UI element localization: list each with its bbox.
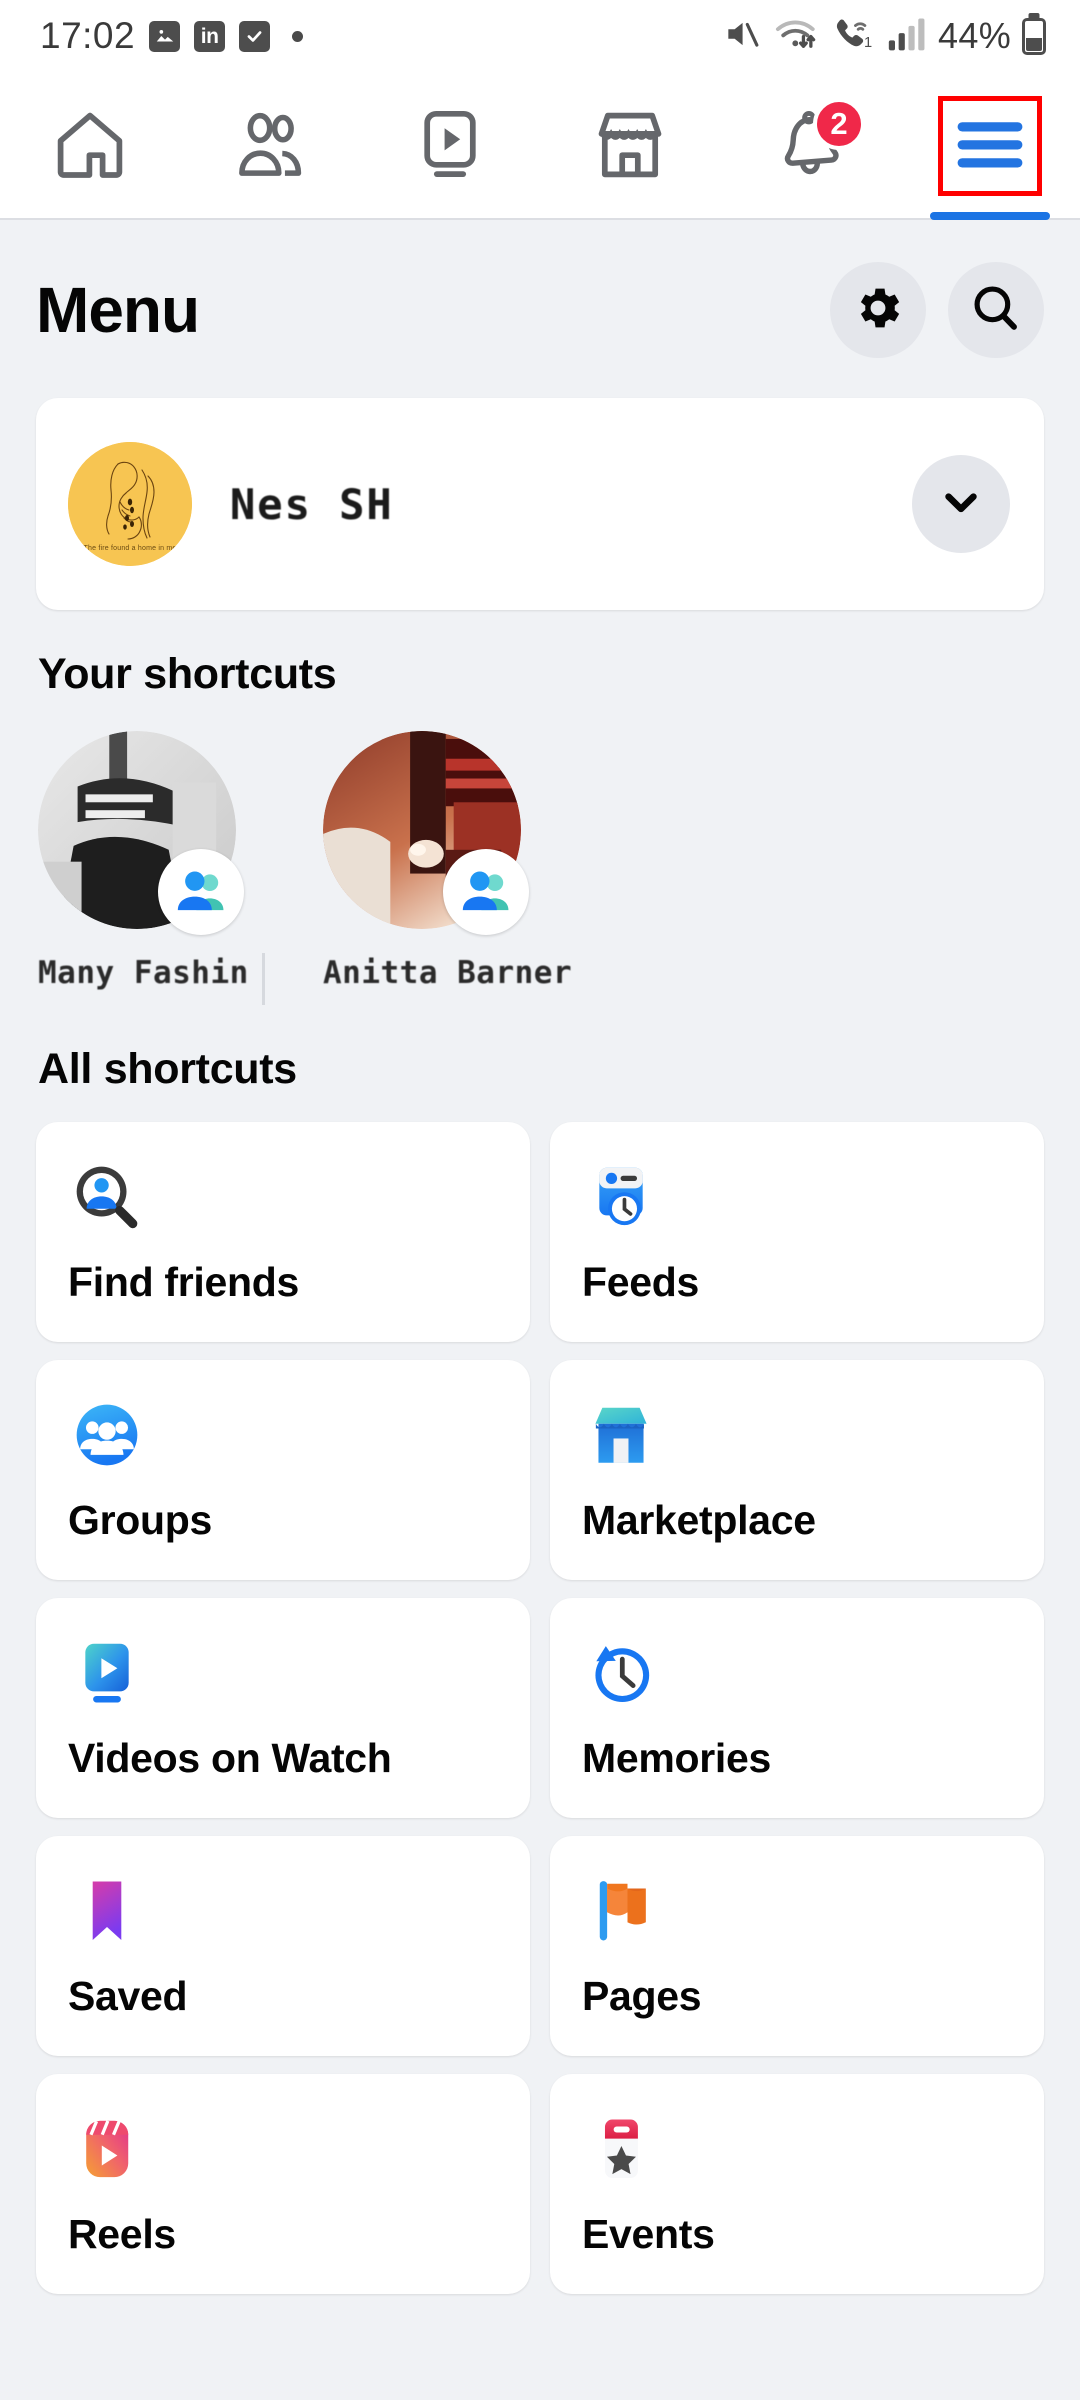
- memories-clock-icon: [582, 1634, 660, 1712]
- marketplace-store-icon: [582, 1396, 660, 1474]
- profile-card[interactable]: The fire found a home in me Nes SH: [36, 398, 1044, 610]
- nav-tab-marketplace[interactable]: [540, 72, 720, 218]
- marketplace-icon: [587, 102, 673, 188]
- tile-label: Videos on Watch: [68, 1735, 392, 1781]
- shortcut-tile-feeds[interactable]: Feeds: [550, 1122, 1044, 1342]
- wifi-calling-icon: 1: [830, 15, 876, 58]
- group-people-icon: [443, 849, 529, 935]
- shortcut-tile-find-friends[interactable]: Find friends: [36, 1122, 530, 1342]
- tile-label: Feeds: [582, 1259, 699, 1305]
- linkedin-icon: in: [194, 20, 226, 52]
- home-icon: [47, 102, 133, 188]
- mute-icon: [720, 15, 762, 58]
- bell-icon: 2: [767, 98, 865, 188]
- events-calendar-icon: [582, 2110, 660, 2188]
- shortcut-tile-pages[interactable]: Pages: [550, 1836, 1044, 2056]
- shortcut-name-1: Many Fashin: [38, 955, 249, 991]
- videos-watch-icon: [68, 1634, 146, 1712]
- status-bar-left: 17:02 in: [40, 15, 304, 57]
- all-shortcuts-grid: Find friends Feeds Groups Marketplace Vi…: [0, 1094, 1080, 2294]
- menu-header: Menu: [0, 220, 1080, 376]
- dot-indicator: [292, 30, 304, 42]
- avatar-caption: The fire found a home in me: [83, 545, 177, 552]
- tile-label: Memories: [582, 1735, 772, 1781]
- status-bar: 17:02 in 1 44%: [0, 0, 1080, 72]
- battery-icon: [1022, 17, 1046, 55]
- shortcut-name-2: Anitta Barner: [323, 955, 573, 991]
- photos-icon: [149, 20, 181, 52]
- your-shortcuts-row: Many Fashin Anitta Barner: [0, 699, 1080, 1005]
- nav-tab-friends[interactable]: [180, 72, 360, 218]
- shortcut-tile-groups[interactable]: Groups: [36, 1360, 530, 1580]
- active-tab-underline: [930, 212, 1050, 220]
- battery-percentage: 44%: [938, 15, 1011, 56]
- notification-badge: 2: [813, 98, 865, 150]
- top-navigation-bar: 2: [0, 72, 1080, 220]
- gear-icon: [851, 281, 905, 340]
- profile-expand-button[interactable]: [912, 455, 1010, 553]
- tile-label: Find friends: [68, 1259, 300, 1305]
- shortcut-photo-wrap-2: [323, 731, 529, 935]
- tile-label: Pages: [582, 1973, 702, 2019]
- nav-tab-home[interactable]: [0, 72, 180, 218]
- settings-button[interactable]: [830, 262, 926, 358]
- status-time: 17:02: [40, 15, 136, 56]
- shortcut-divider: [262, 953, 265, 1005]
- nav-tab-video[interactable]: [360, 72, 540, 218]
- your-shortcuts-title: Your shortcuts: [38, 650, 337, 698]
- saved-bookmark-icon: [68, 1872, 146, 1950]
- shortcut-tile-marketplace[interactable]: Marketplace: [550, 1360, 1044, 1580]
- hamburger-menu-icon: [947, 102, 1033, 188]
- tile-label: Events: [582, 2211, 715, 2257]
- header-actions: [830, 262, 1044, 358]
- video-icon: [407, 102, 493, 188]
- linkedin-label: in: [200, 24, 219, 48]
- page-title: Menu: [36, 274, 200, 346]
- nav-tab-notifications[interactable]: 2: [720, 72, 900, 218]
- tile-label: Marketplace: [582, 1497, 816, 1543]
- profile-name: Nes SH: [230, 479, 394, 529]
- friends-icon: [227, 102, 313, 188]
- shortcut-tile-events[interactable]: Events: [550, 2074, 1044, 2294]
- shortcut-tile-memories[interactable]: Memories: [550, 1598, 1044, 1818]
- avatar: The fire found a home in me: [68, 442, 192, 566]
- shortcut-item-1[interactable]: Many Fashin: [38, 731, 249, 991]
- reels-icon: [68, 2110, 146, 2188]
- shortcut-tile-videos-on-watch[interactable]: Videos on Watch: [36, 1598, 530, 1818]
- find-friends-icon: [68, 1158, 146, 1236]
- profile-name-wrap: Nes SH: [230, 479, 912, 529]
- group-people-icon: [158, 849, 244, 935]
- search-button[interactable]: [948, 262, 1044, 358]
- tile-label: Saved: [68, 1973, 188, 2019]
- shortcut-tile-saved[interactable]: Saved: [36, 1836, 530, 2056]
- search-icon: [969, 281, 1023, 340]
- svg-text:1: 1: [864, 35, 872, 51]
- shortcut-item-2[interactable]: Anitta Barner: [323, 731, 573, 991]
- chevron-down-icon: [938, 479, 984, 530]
- tile-label: Groups: [68, 1497, 212, 1543]
- feeds-icon: [582, 1158, 660, 1236]
- tile-label: Reels: [68, 2211, 176, 2257]
- groups-icon: [68, 1396, 146, 1474]
- status-bar-right: 1 44%: [720, 15, 1046, 58]
- nav-tab-menu[interactable]: [900, 72, 1080, 220]
- shortcut-tile-reels[interactable]: Reels: [36, 2074, 530, 2294]
- tasks-checkbox-icon: [239, 20, 271, 52]
- all-shortcuts-title: All shortcuts: [38, 1045, 297, 1093]
- signal-bars-icon: [887, 15, 927, 58]
- pages-flag-icon: [582, 1872, 660, 1950]
- shortcut-photo-wrap-1: [38, 731, 244, 935]
- wifi-icon: [773, 15, 819, 58]
